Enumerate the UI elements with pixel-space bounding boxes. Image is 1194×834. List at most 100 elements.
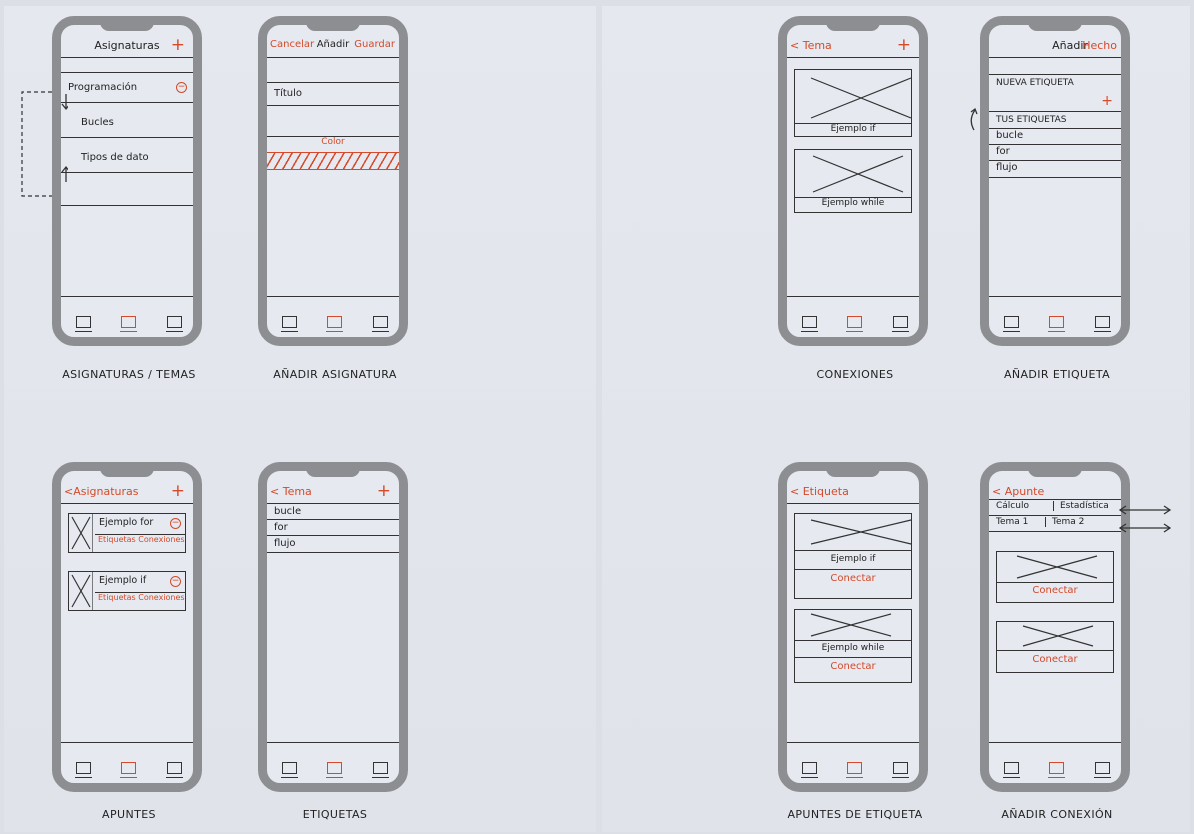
phone-apuntes-etiqueta: < Etiqueta Ejemplo if Conectar Ejemplo w…: [778, 462, 928, 792]
connect-button[interactable]: Conectar: [795, 569, 911, 596]
tab-icon[interactable]: [372, 316, 389, 332]
connect-button[interactable]: Conectar: [997, 582, 1113, 601]
phone-notch: [1028, 16, 1082, 31]
tab-icon[interactable]: [166, 762, 183, 778]
list-item[interactable]: flujo: [267, 536, 399, 553]
list-item[interactable]: bucle: [267, 504, 399, 520]
done-button[interactable]: Hecho: [1082, 39, 1117, 52]
list-item[interactable]: Bucles: [61, 103, 193, 138]
new-tag-field[interactable]: NUEVA ETIQUETA: [989, 75, 1121, 93]
list-item-label: for: [274, 522, 288, 533]
back-button[interactable]: <Asignaturas: [64, 485, 139, 498]
image-placeholder: [810, 613, 892, 637]
tab-icon-active[interactable]: [120, 316, 137, 332]
add-tag-button[interactable]: +: [1101, 93, 1113, 109]
tab-bar: [267, 742, 399, 783]
phone-apuntes: <Asignaturas + Ejemplo for − Etiquetas C…: [52, 462, 202, 792]
topic-option[interactable]: Tema 1: [996, 517, 1028, 527]
list-item[interactable]: Programación −: [61, 73, 193, 103]
note-item[interactable]: Ejemplo for − Etiquetas Conexiones: [68, 513, 186, 553]
back-button[interactable]: < Tema: [270, 485, 312, 498]
note-card[interactable]: Conectar: [996, 621, 1114, 673]
subject-selector[interactable]: Cálculo Estadística: [989, 500, 1121, 516]
note-card-title: Ejemplo if: [795, 123, 911, 134]
tab-icon[interactable]: [372, 762, 389, 778]
phone-notch: [826, 462, 880, 477]
swipe-arrows: [1118, 505, 1172, 533]
tab-icon-active[interactable]: [326, 316, 343, 332]
tab-icon[interactable]: [1003, 762, 1020, 778]
connect-button[interactable]: Conectar: [795, 657, 911, 680]
subject-option[interactable]: Estadística: [1053, 501, 1109, 511]
back-button[interactable]: < Etiqueta: [790, 485, 849, 498]
remove-icon[interactable]: −: [170, 576, 181, 587]
image-placeholder: [812, 155, 904, 193]
tab-icon-active[interactable]: [1048, 762, 1065, 778]
list-item[interactable]: bucle: [989, 129, 1121, 145]
remove-icon[interactable]: −: [176, 82, 187, 93]
list-item[interactable]: for: [267, 520, 399, 536]
tab-icon[interactable]: [892, 316, 909, 332]
list-item[interactable]: Tipos de dato: [61, 138, 193, 173]
tab-icon[interactable]: [1094, 762, 1111, 778]
phone-notch: [100, 462, 154, 477]
save-button[interactable]: Guardar: [354, 39, 395, 50]
topic-option[interactable]: Tema 2: [1045, 517, 1084, 527]
note-links[interactable]: Etiquetas Conexiones: [95, 592, 185, 602]
subject-option[interactable]: Cálculo: [996, 501, 1029, 511]
tab-icon-active[interactable]: [1048, 316, 1065, 332]
color-picker[interactable]: [267, 152, 399, 170]
add-button[interactable]: +: [171, 481, 185, 501]
tab-icon-active[interactable]: [846, 762, 863, 778]
tab-icon-active[interactable]: [326, 762, 343, 778]
note-card[interactable]: Ejemplo while: [794, 149, 912, 213]
tab-icon[interactable]: [801, 316, 818, 332]
note-links[interactable]: Etiquetas Conexiones: [95, 534, 185, 544]
tab-icon[interactable]: [75, 316, 92, 332]
tab-bar: [61, 742, 193, 783]
phone-anadir-conexion: < Apunte Cálculo Estadística Tema 1 Tema…: [980, 462, 1130, 792]
image-placeholder: [810, 77, 912, 119]
add-button[interactable]: +: [171, 35, 185, 55]
tab-icon[interactable]: [1003, 316, 1020, 332]
phone-etiquetas: < Tema + bucle for flujo: [258, 462, 408, 792]
note-title: Ejemplo if: [99, 575, 147, 586]
note-card[interactable]: Ejemplo while Conectar: [794, 609, 912, 683]
caption-apuntes-de-etiqueta: APUNTES DE ETIQUETA: [787, 808, 923, 821]
image-placeholder: [1022, 625, 1094, 647]
caption-anadir-conexion: AÑADIR CONEXIÓN: [1001, 808, 1113, 821]
back-button[interactable]: < Apunte: [992, 485, 1044, 498]
add-button[interactable]: +: [377, 481, 391, 501]
connect-button[interactable]: Conectar: [997, 650, 1113, 671]
topic-selector[interactable]: Tema 1 Tema 2: [989, 516, 1121, 532]
add-button[interactable]: +: [897, 35, 911, 55]
tab-icon[interactable]: [892, 762, 909, 778]
note-card[interactable]: Ejemplo if: [794, 69, 912, 137]
new-tag-label: NUEVA ETIQUETA: [996, 78, 1074, 88]
tab-icon[interactable]: [1094, 316, 1111, 332]
list-item-label: bucle: [274, 506, 302, 517]
color-label-row: Color: [267, 137, 399, 151]
your-tags-label: TUS ETIQUETAS: [996, 115, 1067, 125]
note-card[interactable]: Conectar: [996, 551, 1114, 603]
phone-notch: [306, 462, 360, 477]
tab-icon[interactable]: [166, 316, 183, 332]
tab-icon[interactable]: [281, 762, 298, 778]
tab-icon[interactable]: [281, 316, 298, 332]
note-item[interactable]: Ejemplo if − Etiquetas Conexiones: [68, 571, 186, 611]
header: Añadir Hecho: [989, 35, 1121, 58]
tab-icon[interactable]: [801, 762, 818, 778]
tab-icon-active[interactable]: [846, 316, 863, 332]
caption-asignaturas-temas: ASIGNATURAS / TEMAS: [62, 368, 196, 381]
title-field[interactable]: Título: [267, 83, 399, 106]
list-item[interactable]: for: [989, 145, 1121, 161]
back-button[interactable]: < Tema: [790, 39, 832, 52]
phone-conexiones: < Tema + Ejemplo if Ejemplo while: [778, 16, 928, 346]
list-item[interactable]: flujo: [989, 161, 1121, 178]
remove-icon[interactable]: −: [170, 518, 181, 529]
tab-icon-active[interactable]: [120, 762, 137, 778]
note-card[interactable]: Ejemplo if Conectar: [794, 513, 912, 599]
list-item-label: Tipos de dato: [81, 152, 149, 163]
section-header: TUS ETIQUETAS: [989, 112, 1121, 129]
tab-icon[interactable]: [75, 762, 92, 778]
